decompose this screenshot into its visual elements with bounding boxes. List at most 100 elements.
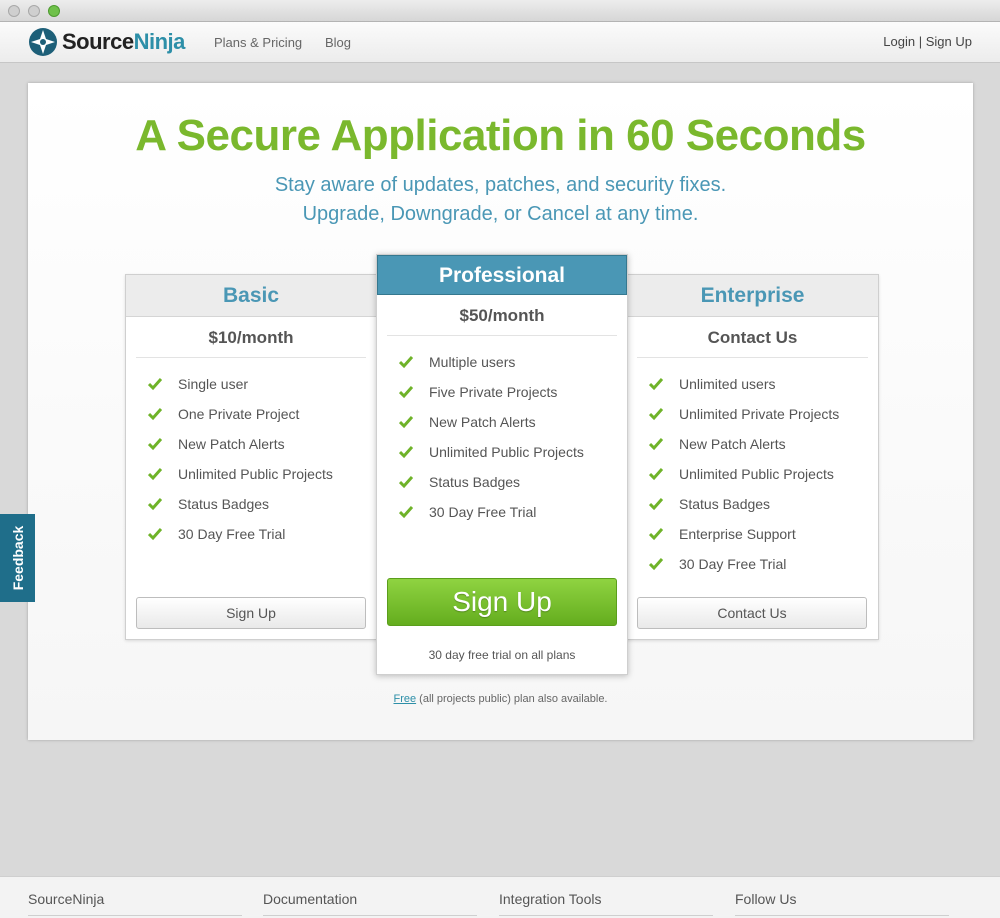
feature-label: 30 Day Free Trial [679,556,787,572]
top-navbar: SourceNinja Plans & Pricing Blog Login |… [0,22,1000,63]
footer: SourceNinja Documentation Integration To… [0,876,1000,918]
plan-basic-price: $10/month [136,317,366,358]
feature-item: New Patch Alerts [377,407,627,437]
plan-basic-features: Single user One Private Project New Patc… [126,369,376,549]
feature-item: Unlimited users [627,369,878,399]
footer-heading-sourceninja: SourceNinja [28,891,242,916]
close-window-button[interactable] [8,5,20,17]
enterprise-contact-button[interactable]: Contact Us [637,597,867,629]
plan-professional: Professional $50/month Multiple users Fi… [376,254,628,675]
zoom-window-button[interactable] [48,5,60,17]
minimize-window-button[interactable] [28,5,40,17]
feature-label: Multiple users [429,354,516,370]
feature-label: New Patch Alerts [679,436,786,452]
check-icon [649,498,663,511]
feature-label: Unlimited Public Projects [429,444,584,460]
subtitle-line-2: Upgrade, Downgrade, or Cancel at any tim… [302,203,699,225]
feature-label: Unlimited Public Projects [679,466,834,482]
feature-label: 30 Day Free Trial [178,526,286,542]
check-icon [399,416,413,429]
feature-label: Status Badges [679,496,771,512]
plan-basic: Basic $10/month Single user One Private … [125,274,377,640]
login-link[interactable]: Login [883,34,915,49]
subtitle-line-1: Stay aware of updates, patches, and secu… [274,174,727,196]
plan-professional-features: Multiple users Five Private Projects New… [377,347,627,527]
check-icon [148,468,162,481]
feature-label: Unlimited users [679,376,776,392]
feature-item: One Private Project [126,399,376,429]
feature-item: Unlimited Public Projects [126,459,376,489]
feature-item: Five Private Projects [377,377,627,407]
nav-link-blog[interactable]: Blog [325,35,351,50]
feature-label: Unlimited Private Projects [679,406,840,422]
feature-item: Status Badges [126,489,376,519]
footer-heading-documentation: Documentation [263,891,477,916]
footer-heading-follow-us: Follow Us [735,891,949,916]
check-icon [399,506,413,519]
feature-label: Status Badges [429,474,521,490]
plan-professional-price: $50/month [387,295,617,336]
footer-heading-integration-tools: Integration Tools [499,891,713,916]
feature-label: New Patch Alerts [178,436,285,452]
feature-item: New Patch Alerts [627,429,878,459]
feature-item: Unlimited Public Projects [627,459,878,489]
plan-enterprise-title: Enterprise [627,275,878,317]
check-icon [399,446,413,459]
free-plan-note: Free (all projects public) plan also ava… [28,693,973,705]
feature-label: Enterprise Support [679,526,796,542]
check-icon [148,438,162,451]
feature-item: 30 Day Free Trial [627,549,878,579]
pricing-card: A Secure Application in 60 Seconds Stay … [28,83,973,740]
feature-label: Five Private Projects [429,384,558,400]
professional-signup-button[interactable]: Sign Up [387,578,617,626]
feature-label: Unlimited Public Projects [178,466,333,482]
window-titlebar [0,0,1000,22]
page-title: A Secure Application in 60 Seconds [135,111,866,160]
free-plan-text: (all projects public) plan also availabl… [416,693,608,705]
free-plan-link[interactable]: Free [393,693,416,705]
feature-item: Status Badges [377,467,627,497]
logo-text-ninja: Ninja [133,29,186,54]
check-icon [649,528,663,541]
check-icon [148,528,162,541]
feature-item: Status Badges [627,489,878,519]
feature-label: 30 Day Free Trial [429,504,537,520]
feature-label: Single user [178,376,249,392]
plan-enterprise: Enterprise Contact Us Unlimited users Un… [626,274,879,640]
feature-item: Enterprise Support [627,519,878,549]
plan-basic-title: Basic [126,275,376,317]
feature-label: New Patch Alerts [429,414,536,430]
auth-separator: | [918,34,923,49]
signup-link[interactable]: Sign Up [926,34,972,49]
check-icon [649,378,663,391]
check-icon [399,476,413,489]
basic-signup-button[interactable]: Sign Up [136,597,366,629]
check-icon [399,356,413,369]
feedback-tab[interactable]: Feedback [0,514,35,602]
plan-enterprise-features: Unlimited users Unlimited Private Projec… [627,369,878,579]
plan-professional-title: Professional [377,255,627,295]
trial-note: 30 day free trial on all plans [428,648,576,662]
feature-item: 30 Day Free Trial [126,519,376,549]
ninja-star-icon [29,28,57,56]
check-icon [148,378,162,391]
check-icon [649,558,663,571]
feature-item: Multiple users [377,347,627,377]
logo[interactable]: SourceNinja [28,27,185,57]
check-icon [649,468,663,481]
check-icon [649,438,663,451]
feature-item: Single user [126,369,376,399]
feature-item: New Patch Alerts [126,429,376,459]
auth-links: Login | Sign Up [883,34,972,49]
feature-item: Unlimited Public Projects [377,437,627,467]
feature-item: Unlimited Private Projects [627,399,878,429]
check-icon [399,386,413,399]
logo-text: SourceNinja [62,29,185,55]
nav-link-plans-pricing[interactable]: Plans & Pricing [214,35,302,50]
check-icon [649,408,663,421]
check-icon [148,408,162,421]
feature-label: One Private Project [178,406,300,422]
logo-text-source: Source [62,29,134,54]
check-icon [148,498,162,511]
feature-label: Status Badges [178,496,270,512]
